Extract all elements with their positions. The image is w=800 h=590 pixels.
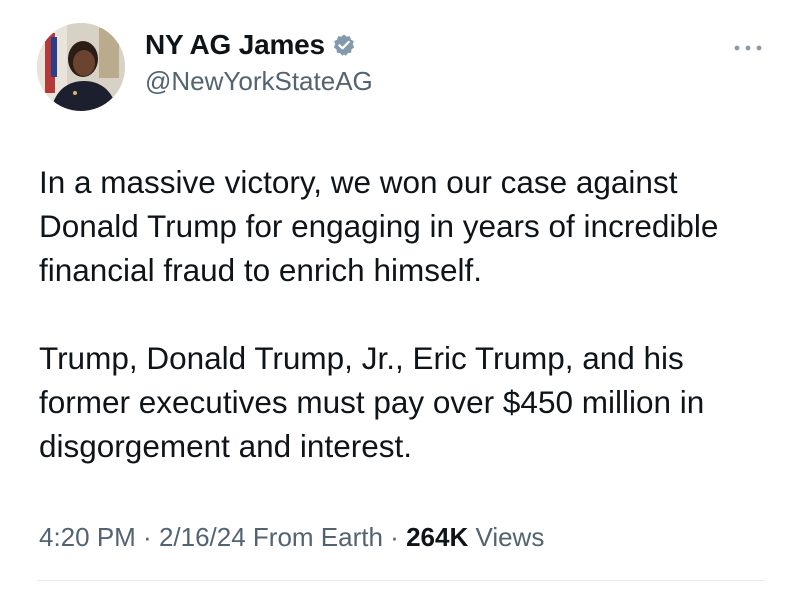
tweet-source: From Earth: [252, 522, 383, 552]
user-handle[interactable]: @NewYorkStateAG: [145, 66, 373, 97]
more-options-icon: [734, 45, 762, 51]
display-name[interactable]: NY AG James: [145, 29, 325, 61]
tweet-date[interactable]: 2/16/24: [159, 522, 246, 552]
meta-separator: ·: [135, 522, 159, 552]
views-label: Views: [475, 522, 545, 552]
tweet-time[interactable]: 4:20 PM: [39, 522, 136, 552]
tweet-metadata: 4:20 PM · 2/16/24 From Earth · 264K View…: [39, 522, 544, 553]
name-row: NY AG James: [145, 28, 373, 62]
more-options-button[interactable]: [728, 38, 768, 58]
views-count[interactable]: 264K: [406, 522, 468, 552]
tweet-paragraph: Trump, Donald Trump, Jr., Eric Trump, an…: [39, 340, 705, 464]
tweet-text: In a massive victory, we won our case ag…: [39, 160, 779, 468]
avatar-image: [37, 23, 125, 111]
tweet-card: NY AG James @NewYorkStateAG In a massive…: [0, 0, 800, 590]
avatar[interactable]: [37, 23, 125, 111]
tweet-paragraph: In a massive victory, we won our case ag…: [39, 164, 719, 288]
verified-badge-icon: [332, 33, 356, 57]
meta-separator: ·: [382, 522, 407, 552]
tweet-header: NY AG James @NewYorkStateAG: [145, 28, 373, 97]
divider: [37, 580, 765, 581]
